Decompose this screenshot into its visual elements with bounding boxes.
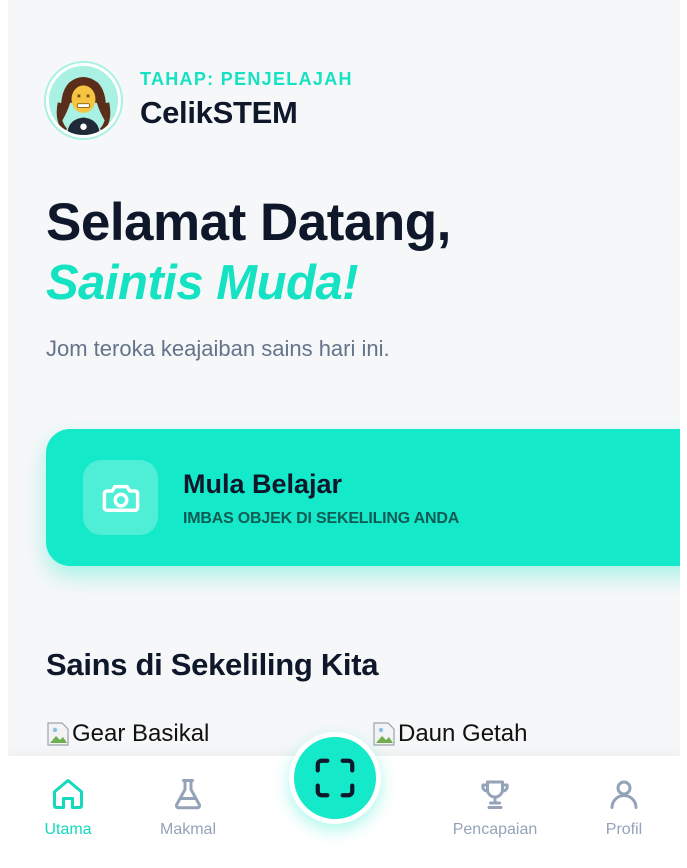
nav-label: Makmal	[159, 821, 216, 838]
scan-button[interactable]	[289, 732, 381, 824]
topic-card-label: Daun Getah	[398, 720, 528, 747]
home-icon	[53, 779, 83, 809]
greeting-highlight: Saintis Muda!	[46, 256, 359, 310]
nav-label: Profil	[605, 821, 643, 838]
greeting-heading: Selamat Datang,	[46, 193, 451, 252]
topic-card-gear[interactable]: Gear Basikal	[46, 720, 209, 748]
nav-label: Utama	[44, 821, 92, 838]
greeting-subtitle: Jom teroka keajaiban sains hari ini.	[46, 336, 390, 361]
trophy-icon	[481, 780, 509, 809]
camera-icon	[83, 460, 158, 535]
nav-item-profile[interactable]: Profil	[564, 776, 680, 839]
stage-label: TAHAP: PENJELAJAH	[140, 69, 353, 89]
nav-item-achievements[interactable]: Pencapaian	[435, 776, 555, 839]
cta-title: Mula Belajar	[183, 469, 343, 499]
section-title: Sains di Sekeliling Kita	[46, 647, 379, 682]
cta-subtitle: IMBAS OBJEK DI SEKELILING ANDA	[183, 510, 460, 527]
nav-label: Pencapaian	[452, 821, 538, 838]
topic-card-label: Gear Basikal	[72, 720, 210, 747]
brand-name: CelikSTEM	[140, 95, 298, 130]
user-icon	[610, 780, 638, 809]
home-screen: TAHAP: PENJELAJAH CelikSTEM Selamat Data…	[8, 0, 680, 868]
avatar-illustration	[49, 66, 118, 135]
nav-item-home[interactable]: Utama	[8, 776, 128, 839]
start-learning-button[interactable]: Mula Belajar IMBAS OBJEK DI SEKELILING A…	[46, 429, 680, 566]
topic-card-leaf[interactable]: Daun Getah	[372, 720, 527, 748]
broken-image-icon	[373, 722, 395, 746]
flask-icon	[175, 779, 201, 810]
avatar[interactable]	[46, 63, 121, 138]
nav-item-lab[interactable]: Makmal	[128, 776, 248, 839]
broken-image-icon	[47, 722, 69, 746]
scan-icon	[315, 758, 355, 798]
